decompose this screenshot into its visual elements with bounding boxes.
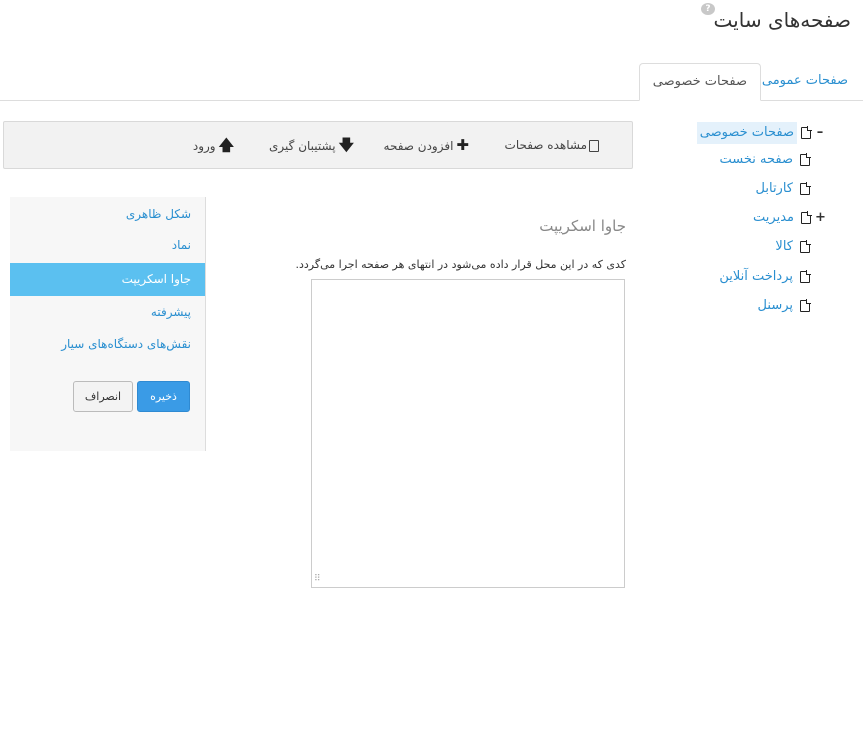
toolbar: مشاهده صفحات ✚افزودن صفحه 🡇پشتیبان گیری … xyxy=(3,121,633,169)
tree-root-private-pages[interactable]: صفحات خصوصی – xyxy=(696,122,825,144)
resize-grip-icon[interactable]: ⠿ xyxy=(314,575,324,585)
page-icon xyxy=(800,239,811,253)
import-label: ورود xyxy=(192,139,216,153)
page-icon xyxy=(800,181,811,195)
collapse-icon[interactable]: – xyxy=(815,122,825,144)
view-pages-label: مشاهده صفحات xyxy=(504,138,587,152)
arrow-down-icon: 🡇 xyxy=(338,136,354,154)
help-icon[interactable]: ? xyxy=(701,3,715,15)
tree-item-label: صفحات خصوصی xyxy=(696,122,797,144)
tree-item-label: کالا xyxy=(775,239,793,254)
page-title: صفحه‌های سایت xyxy=(713,8,851,32)
tree-item-label: صفحه نخست xyxy=(719,152,793,167)
backup-button[interactable]: 🡇پشتیبان گیری xyxy=(269,135,354,155)
tree-item-online-payment[interactable]: پرداخت آنلاین xyxy=(716,266,811,288)
menu-item-javascript[interactable]: جاوا اسکریپت xyxy=(10,263,205,296)
tab-private-pages[interactable]: صفحات خصوصی xyxy=(638,63,761,101)
settings-side-menu: شکل ظاهری نماد جاوا اسکریپت پیشرفته نقش‌… xyxy=(10,197,206,451)
cancel-button[interactable]: انصراف xyxy=(73,381,133,412)
add-page-label: افزودن صفحه xyxy=(383,139,454,153)
tree-item-personnel[interactable]: پرسنل xyxy=(755,295,811,317)
tree-item-management[interactable]: مدیریت + xyxy=(750,207,826,229)
tree-item-label: پرسنل xyxy=(757,298,793,313)
menu-item-mobile-roles[interactable]: نقش‌های دستگاه‌های سیار xyxy=(10,328,205,361)
import-button[interactable]: 🡅ورود xyxy=(193,135,234,155)
page-icon xyxy=(589,139,599,152)
tree-item-label: پرداخت آنلاین xyxy=(719,269,793,284)
page-icon xyxy=(800,269,811,283)
menu-item-symbol[interactable]: نماد xyxy=(10,229,205,262)
page-icon xyxy=(800,298,811,312)
backup-label: پشتیبان گیری xyxy=(269,139,336,153)
javascript-description: کدی که در این محل قرار داده می‌شود در ان… xyxy=(295,258,627,271)
javascript-heading: جاوا اسکریپت xyxy=(539,217,626,235)
page-icon xyxy=(801,210,812,224)
menu-item-appearance[interactable]: شکل ظاهری xyxy=(10,198,205,231)
menu-item-advanced[interactable]: پیشرفته xyxy=(10,296,205,329)
tab-public-pages[interactable]: صفحات عمومی xyxy=(749,63,861,101)
tree-item-goods[interactable]: کالا xyxy=(772,236,811,258)
tree-item-cartable[interactable]: کارتابل xyxy=(753,178,811,200)
plus-icon: ✚ xyxy=(456,136,469,154)
save-button[interactable]: ذخیره xyxy=(137,381,190,412)
tree-item-label: مدیریت xyxy=(753,210,794,225)
add-page-button[interactable]: ✚افزودن صفحه xyxy=(384,135,469,155)
javascript-code-textarea[interactable] xyxy=(311,279,625,588)
page-icon xyxy=(800,152,811,166)
arrow-up-icon: 🡅 xyxy=(218,136,234,154)
expand-icon[interactable]: + xyxy=(815,207,826,229)
page-icon xyxy=(801,125,812,139)
tree-item-home[interactable]: صفحه نخست xyxy=(717,149,811,171)
tree-item-label: کارتابل xyxy=(755,181,793,196)
view-pages-button[interactable]: مشاهده صفحات xyxy=(505,135,599,155)
